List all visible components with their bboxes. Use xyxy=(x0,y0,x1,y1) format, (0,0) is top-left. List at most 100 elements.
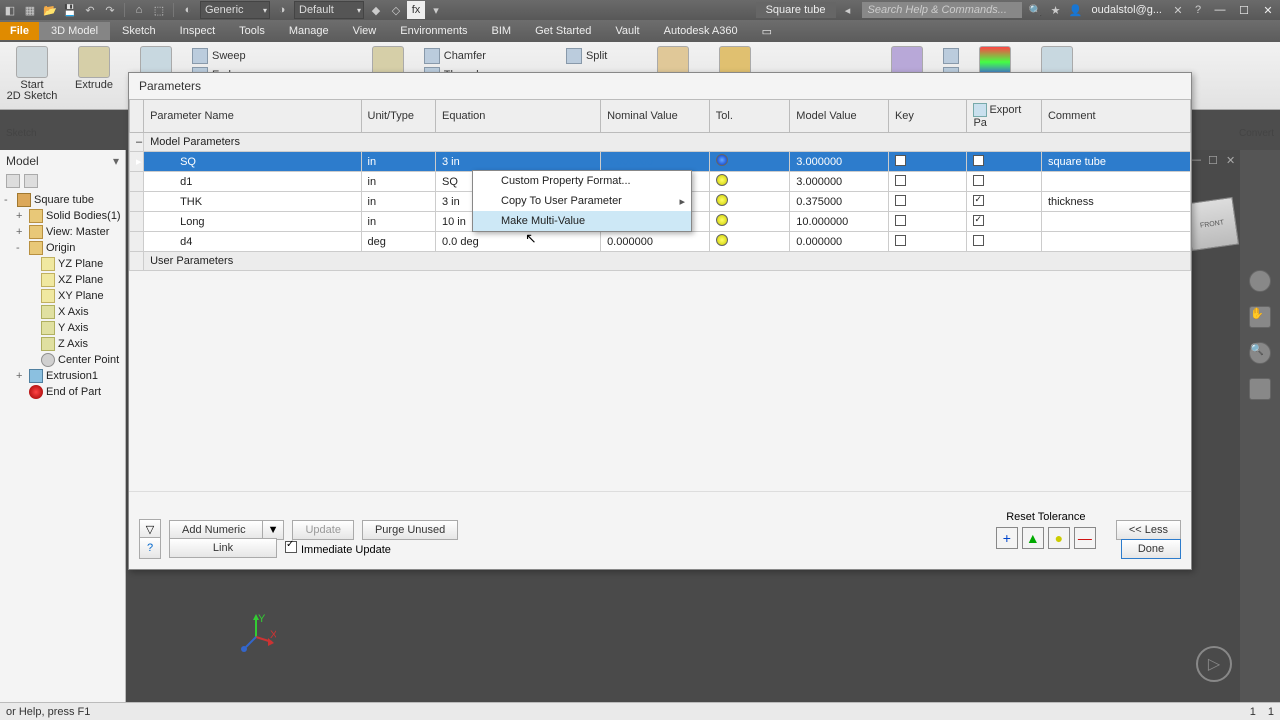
tree-item[interactable]: +Solid Bodies(1) xyxy=(2,208,123,224)
user-label[interactable]: oudalstol@g... xyxy=(1092,4,1163,16)
lookat-icon[interactable] xyxy=(1249,378,1271,400)
ctx-copy-to-user-parameter[interactable]: Copy To User Parameter xyxy=(473,191,691,211)
col-nominal-value[interactable]: Nominal Value xyxy=(601,100,710,133)
export-checkbox[interactable] xyxy=(973,235,984,246)
tab-environments[interactable]: Environments xyxy=(388,22,479,40)
tol-minus-button[interactable]: — xyxy=(1074,527,1096,549)
key-checkbox[interactable] xyxy=(895,175,906,186)
tool3-icon[interactable]: ▾ xyxy=(427,1,445,19)
help-icon[interactable]: ? xyxy=(1189,1,1207,19)
tree-item[interactable]: XZ Plane xyxy=(2,272,123,288)
tree-item[interactable]: +View: Master xyxy=(2,224,123,240)
tree-item[interactable]: End of Part xyxy=(2,384,123,400)
tol-plus-button[interactable]: + xyxy=(996,527,1018,549)
col-tolerance[interactable]: Tol. xyxy=(709,100,790,133)
vp-close-icon[interactable]: ✕ xyxy=(1226,154,1240,168)
export-checkbox[interactable] xyxy=(973,215,984,226)
tab-extra-icon[interactable]: ▭ xyxy=(750,22,784,41)
col-comment[interactable]: Comment xyxy=(1041,100,1190,133)
view-cube[interactable]: FRONT xyxy=(1185,197,1239,251)
app-menu-icon[interactable]: ◧ xyxy=(1,1,19,19)
filter-icon[interactable] xyxy=(6,174,20,188)
export-checkbox[interactable] xyxy=(973,175,984,186)
parameter-row[interactable]: d4 deg 0.0 deg 0.000000 0.000000 xyxy=(130,232,1191,252)
export-checkbox[interactable] xyxy=(973,195,984,206)
group-row[interactable]: –Model Parameters xyxy=(130,133,1191,152)
tree-item[interactable]: -Square tube xyxy=(2,192,123,208)
sweep-button[interactable]: Sweep xyxy=(192,48,252,64)
cloud-icon[interactable]: ✕ xyxy=(1169,1,1187,19)
col-key[interactable]: Key xyxy=(888,100,967,133)
tree-item[interactable]: Y Axis xyxy=(2,320,123,336)
material-dropdown[interactable]: Generic xyxy=(200,1,270,19)
tab-manage[interactable]: Manage xyxy=(277,22,341,40)
tolerance-icon[interactable] xyxy=(716,234,728,246)
model-browser-header[interactable]: Model xyxy=(0,150,125,172)
play-overlay-icon[interactable]: ▷ xyxy=(1196,646,1232,682)
help-button[interactable]: ? xyxy=(139,537,161,559)
tab-sketch[interactable]: Sketch xyxy=(110,22,168,40)
ctx-custom-property-format[interactable]: Custom Property Format... xyxy=(473,171,691,191)
vp-minimize-icon[interactable]: — xyxy=(1190,154,1204,168)
tolerance-icon[interactable] xyxy=(716,214,728,226)
orbit-icon[interactable] xyxy=(1249,270,1271,292)
col-model-value[interactable]: Model Value xyxy=(790,100,889,133)
col-parameter-name[interactable]: Parameter Name xyxy=(144,100,361,133)
appearance-dropdown[interactable]: Default xyxy=(294,1,364,19)
zoom-icon[interactable]: 🔍 xyxy=(1249,342,1271,364)
document-tab[interactable]: Square tube xyxy=(756,2,836,18)
tolerance-icon[interactable] xyxy=(716,194,728,206)
col-export[interactable]: Export Pa xyxy=(967,100,1041,133)
new-icon[interactable]: ▦ xyxy=(21,1,39,19)
col-equation[interactable]: Equation xyxy=(435,100,600,133)
parameter-row[interactable]: ▸ SQ in 3 in 3.000000 3.000000 square tu… xyxy=(130,152,1191,172)
tab-3d-model[interactable]: 3D Model xyxy=(39,22,110,40)
search-input[interactable]: Search Help & Commands... xyxy=(862,2,1022,18)
undo-icon[interactable]: ↶ xyxy=(81,1,99,19)
save-icon[interactable]: 💾 xyxy=(61,1,79,19)
tab-tools[interactable]: Tools xyxy=(227,22,277,40)
split-button[interactable]: Split xyxy=(566,48,607,64)
col-unit-type[interactable]: Unit/Type xyxy=(361,100,435,133)
key-checkbox[interactable] xyxy=(895,235,906,246)
key-checkbox[interactable] xyxy=(895,195,906,206)
fx-icon[interactable]: fx xyxy=(407,1,425,19)
home-icon[interactable]: ⌂ xyxy=(130,1,148,19)
tool-icon[interactable]: ◆ xyxy=(367,1,385,19)
tree-item[interactable]: -Origin xyxy=(2,240,123,256)
tab-bim[interactable]: BIM xyxy=(480,22,524,40)
select-icon[interactable]: ⬚ xyxy=(150,1,168,19)
ctx-make-multi-value[interactable]: Make Multi-Value xyxy=(473,211,691,231)
tree-item[interactable]: Center Point xyxy=(2,352,123,368)
tree-item[interactable]: X Axis xyxy=(2,304,123,320)
tree-item[interactable]: YZ Plane xyxy=(2,256,123,272)
immediate-update-checkbox[interactable]: Immediate Update xyxy=(285,541,391,556)
less-button[interactable]: << Less xyxy=(1116,520,1181,540)
file-menu[interactable]: File xyxy=(0,22,39,40)
tab-a360[interactable]: Autodesk A360 xyxy=(652,22,750,40)
tolerance-icon[interactable] xyxy=(716,154,728,166)
tree-item[interactable]: Z Axis xyxy=(2,336,123,352)
tol-up-button[interactable]: ▲ xyxy=(1022,527,1044,549)
extrude-button[interactable]: Extrude xyxy=(68,46,120,91)
search-icon[interactable]: 🔍 xyxy=(1027,1,1045,19)
open-icon[interactable]: 📂 xyxy=(41,1,59,19)
tool2-icon[interactable]: ◇ xyxy=(387,1,405,19)
chamfer-button[interactable]: Chamfer xyxy=(424,48,486,64)
tab-view[interactable]: View xyxy=(341,22,389,40)
maximize-icon[interactable]: ☐ xyxy=(1232,4,1256,17)
tab-get-started[interactable]: Get Started xyxy=(523,22,603,40)
tree-item[interactable]: +Extrusion1 xyxy=(2,368,123,384)
tab-inspect[interactable]: Inspect xyxy=(168,22,227,40)
tree-item[interactable]: XY Plane xyxy=(2,288,123,304)
done-button[interactable]: Done xyxy=(1121,539,1181,559)
browser-opts-icon[interactable] xyxy=(24,174,38,188)
redo-icon[interactable]: ↷ xyxy=(101,1,119,19)
key-checkbox[interactable] xyxy=(895,215,906,226)
start-2d-sketch-button[interactable]: Start 2D Sketch xyxy=(6,46,58,102)
tiny1-icon[interactable] xyxy=(943,48,959,64)
user-icon[interactable]: 👤 xyxy=(1067,1,1085,19)
close-icon[interactable]: ✕ xyxy=(1256,4,1280,17)
search-back-icon[interactable]: ◂ xyxy=(839,1,857,19)
tol-nominal-button[interactable]: ● xyxy=(1048,527,1070,549)
